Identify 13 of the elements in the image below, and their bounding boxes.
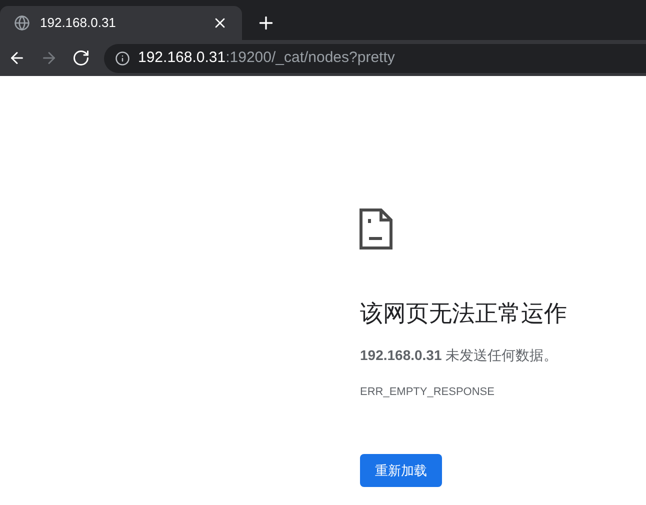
sad-page-icon <box>359 208 393 250</box>
info-icon <box>115 50 130 66</box>
globe-icon <box>14 15 30 31</box>
browser-tab[interactable]: 192.168.0.31 <box>0 6 242 40</box>
back-icon[interactable] <box>8 49 26 67</box>
tab-title: 192.168.0.31 <box>40 14 117 32</box>
error-heading: 该网页无法正常运作 <box>360 299 567 328</box>
reload-button[interactable]: 重新加载 <box>360 454 442 487</box>
reload-icon[interactable] <box>72 49 90 67</box>
address-bar[interactable]: 192.168.0.31:19200/_cat/nodes?pretty <box>104 44 646 72</box>
error-code: ERR_EMPTY_RESPONSE <box>360 384 494 400</box>
url-text: 192.168.0.31:19200/_cat/nodes?pretty <box>138 48 395 68</box>
error-message: 192.168.0.31 未发送任何数据。 <box>360 346 558 364</box>
